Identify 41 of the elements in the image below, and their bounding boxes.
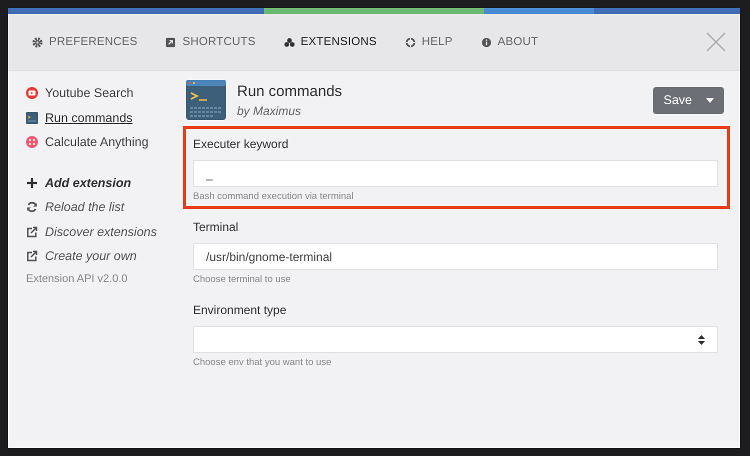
terminal-icon	[26, 112, 38, 124]
extension-link[interactable]: Run commands	[45, 110, 133, 125]
external-link-icon	[26, 250, 38, 262]
field-label: Terminal	[193, 220, 240, 234]
field-label: Executer keyword	[193, 137, 290, 151]
extension-title: Run commands	[237, 82, 342, 100]
action-link[interactable]: Add extension	[45, 176, 132, 190]
cubes-icon	[284, 36, 295, 48]
help-text: Choose env that you want to use	[193, 357, 332, 368]
author-text: by Maximus	[237, 104, 302, 118]
sort-icon	[698, 334, 705, 344]
action-link[interactable]: Create your own	[45, 249, 137, 264]
extension-link[interactable]: Youtube Search	[45, 86, 134, 100]
play-icon	[26, 87, 38, 100]
close-icon[interactable]	[706, 32, 726, 52]
gear-icon	[32, 36, 43, 48]
caret-icon	[706, 98, 714, 102]
field-label: Environment type	[193, 303, 288, 317]
version-text: Extension API v2.0.0	[26, 272, 129, 284]
text-field[interactable]: /usr/bin/gnome-terminal	[193, 243, 718, 270]
shortcut-icon	[165, 36, 176, 48]
extension-link[interactable]: Calculate Anything	[45, 135, 149, 150]
terminal-icon	[186, 80, 226, 120]
external-link-icon	[26, 226, 38, 238]
nav-tab[interactable]: HELP	[404, 36, 453, 48]
text-field[interactable]: _	[193, 160, 718, 187]
plus-icon	[26, 176, 38, 189]
nav-tab[interactable]: EXTENSIONS	[284, 36, 377, 48]
calculator-icon	[26, 136, 38, 148]
save-button[interactable]: Save	[652, 86, 724, 114]
nav-tab[interactable]: PREFERENCES	[32, 36, 138, 48]
action-link[interactable]: Reload the list	[45, 200, 124, 214]
select-field[interactable]	[193, 326, 718, 353]
action-link[interactable]: Discover extensions	[45, 224, 157, 239]
nav-tab[interactable]: SHORTCUTS	[165, 36, 256, 48]
nav-tab[interactable]: ABOUT	[480, 36, 538, 48]
lifebuoy-icon	[404, 36, 416, 48]
help-text: Bash command execution via terminal	[193, 191, 355, 202]
help-text: Choose terminal to use	[193, 274, 292, 285]
reload-icon	[26, 201, 38, 214]
info-icon	[480, 36, 492, 48]
